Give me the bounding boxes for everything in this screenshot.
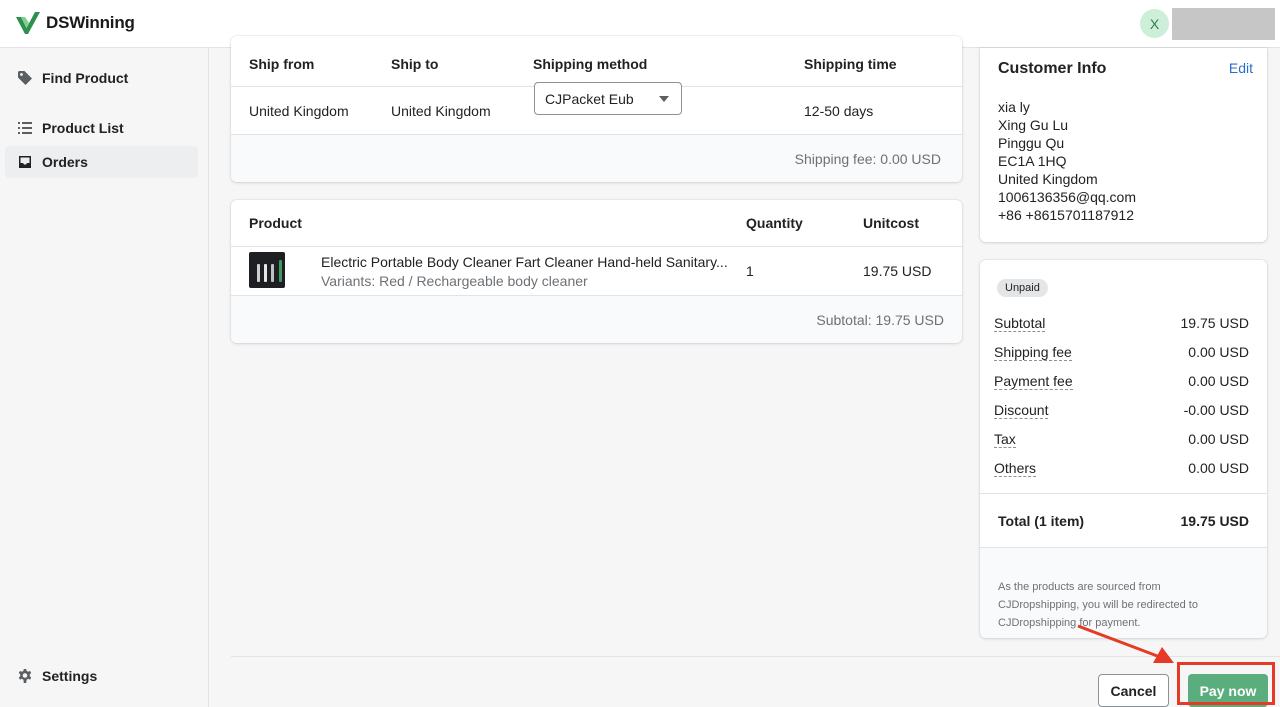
cancel-button[interactable]: Cancel — [1098, 674, 1169, 707]
total-value: 19.75 USD — [1180, 513, 1249, 529]
tag-icon — [18, 71, 32, 85]
logo[interactable]: DSWinning — [14, 9, 135, 37]
customer-phone: +86 +8615701187912 — [998, 207, 1134, 223]
product-title[interactable]: Electric Portable Body Cleaner Fart Clea… — [321, 254, 728, 270]
logo-check-icon — [16, 12, 40, 34]
sidebar-item-label: Find Product — [42, 70, 129, 86]
summary-label-payment-fee: Payment fee — [994, 373, 1073, 390]
customer-info-card: Customer Info Edit xia ly Xing Gu Lu Pin… — [980, 48, 1267, 242]
summary-value-discount: -0.00 USD — [1183, 402, 1249, 418]
sidebar-item-find-product[interactable]: Find Product — [5, 62, 198, 94]
customer-address-line2: Pinggu Qu — [998, 135, 1065, 151]
gear-icon — [18, 669, 32, 683]
sidebar-item-orders[interactable]: Orders — [5, 146, 198, 178]
header-ship-from: Ship from — [249, 56, 315, 72]
avatar[interactable]: X — [1140, 9, 1169, 38]
annotation-arrow-icon — [1077, 624, 1174, 663]
customer-address-line1: Xing Gu Lu — [998, 117, 1069, 133]
product-thumbnail[interactable] — [249, 252, 285, 288]
caret-down-icon — [659, 96, 669, 102]
summary-label-discount: Discount — [994, 402, 1049, 419]
brand-name: DSWinning — [46, 13, 135, 32]
sidebar-item-product-list[interactable]: Product List — [5, 112, 198, 144]
total-label: Total (1 item) — [998, 513, 1085, 529]
sidebar: Find Product Product List Orders Setting… — [0, 48, 209, 707]
shipping-time-value: 12-50 days — [804, 103, 874, 119]
account-name-redacted[interactable] — [1172, 8, 1275, 40]
sidebar-item-label: Settings — [42, 668, 98, 684]
header-shipping-method: Shipping method — [533, 56, 648, 72]
status-badge: Unpaid — [997, 279, 1048, 297]
products-subtotal: Subtotal: 19.75 USD — [816, 312, 944, 328]
subtotal-row: Subtotal: 19.75 USD — [231, 295, 962, 343]
divider — [980, 493, 1267, 494]
shipping-method-select[interactable]: CJPacket Eub — [534, 82, 682, 115]
ship-from-value: United Kingdom — [249, 103, 349, 119]
summary-value-subtotal: 19.75 USD — [1180, 315, 1249, 331]
sidebar-item-label: Orders — [42, 154, 88, 170]
divider — [231, 246, 962, 247]
shipping-card: Ship from Ship to Shipping method Shippi… — [231, 36, 962, 182]
summary-label-subtotal: Subtotal — [994, 315, 1046, 332]
summary-value-payment-fee: 0.00 USD — [1188, 373, 1249, 389]
customer-country: United Kingdom — [998, 171, 1098, 187]
inbox-icon — [19, 156, 31, 168]
header-ship-to: Ship to — [391, 56, 439, 72]
customer-info-title: Customer Info — [998, 60, 1107, 77]
summary-label-shipping-fee: Shipping fee — [994, 344, 1072, 361]
summary-label-tax: Tax — [994, 431, 1016, 448]
customer-name: xia ly — [998, 99, 1030, 115]
customer-postcode: EC1A 1HQ — [998, 153, 1067, 169]
ship-to-value: United Kingdom — [391, 103, 491, 119]
shipping-method-value: CJPacket Eub — [545, 90, 634, 107]
summary-value-others: 0.00 USD — [1188, 460, 1249, 476]
sidebar-item-settings[interactable]: Settings — [5, 660, 198, 692]
header-product: Product — [249, 215, 302, 231]
sidebar-item-label: Product List — [42, 120, 124, 136]
summary-label-others: Others — [994, 460, 1037, 477]
products-card: Product Quantity Unitcost Electric Porta… — [231, 200, 962, 343]
product-unitcost: 19.75 USD — [863, 263, 932, 279]
header-shipping-time: Shipping time — [804, 56, 897, 72]
summary-value-shipping-fee: 0.00 USD — [1188, 344, 1249, 360]
header-unitcost: Unitcost — [863, 215, 919, 231]
order-summary-card: Unpaid Subtotal 19.75 USD Shipping fee 0… — [980, 260, 1267, 638]
customer-email: 1006136356@qq.com — [998, 189, 1136, 205]
edit-customer-link[interactable]: Edit — [1229, 60, 1253, 76]
header-quantity: Quantity — [746, 215, 803, 231]
shipping-fee-row: Shipping fee: 0.00 USD — [231, 134, 962, 182]
annotation-highlight-box — [1177, 662, 1275, 705]
product-variants: Variants: Red / Rechargeable body cleane… — [321, 273, 588, 289]
product-quantity: 1 — [746, 263, 754, 279]
list-icon — [18, 122, 32, 134]
summary-value-tax: 0.00 USD — [1188, 431, 1249, 447]
shipping-fee: Shipping fee: 0.00 USD — [794, 151, 941, 167]
